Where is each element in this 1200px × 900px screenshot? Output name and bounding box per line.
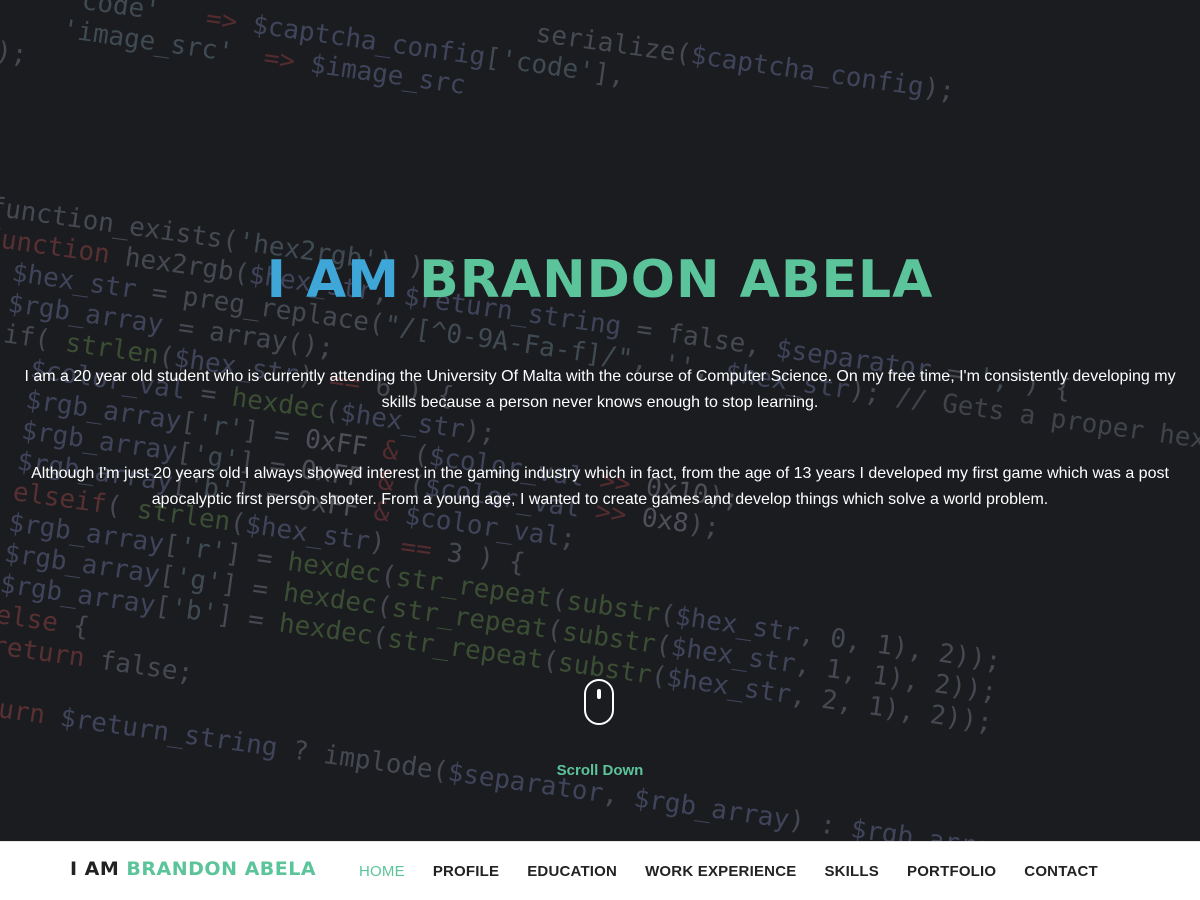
hero-title-name: BRANDON ABELA [419, 250, 934, 310]
hero-title: I AM BRANDON ABELA [0, 250, 1200, 310]
navbar-brand[interactable]: I AM BRANDON ABELA [70, 858, 316, 880]
nav-item-work-experience[interactable]: WORK EXPERIENCE [631, 863, 810, 880]
nav-item-profile[interactable]: PROFILE [419, 863, 513, 880]
brand-prefix: I AM [70, 858, 120, 880]
code-line: return false; [0, 630, 196, 689]
code-line: $rgb_array['b'] = hexdec(str_repeat(subs… [0, 569, 995, 739]
nav-item-home[interactable]: HOME [345, 863, 419, 880]
intro-paragraph: I am a 20 year old student who is curren… [24, 368, 1176, 411]
hero-title-prefix: I AM [266, 250, 401, 310]
nav-item-education[interactable]: EDUCATION [513, 863, 631, 880]
nav-item-portfolio[interactable]: PORTFOLIO [893, 863, 1010, 880]
code-line: 'image_src' => $image_src [60, 14, 468, 101]
scroll-down-link[interactable]: Scroll Down [0, 762, 1200, 779]
hero-section: array( serialize($captcha_config); 'code… [0, 0, 1200, 841]
mouse-icon[interactable] [584, 679, 614, 725]
code-line: } [0, 646, 1200, 841]
code-line: 'code' => $captcha_config['code'], [64, 0, 627, 92]
code-line: ); [0, 36, 30, 71]
background-paragraph: Although I'm just 20 years old I always … [31, 465, 1169, 508]
code-line: array( serialize($captcha_config); [0, 0, 957, 107]
mouse-wheel [597, 689, 601, 699]
nav-item-skills[interactable]: SKILLS [810, 863, 893, 880]
brand-name: BRANDON ABELA [126, 858, 317, 880]
navbar: I AM BRANDON ABELA HOME PROFILE EDUCATIO… [0, 841, 1200, 900]
nav-menu: HOME PROFILE EDUCATION WORK EXPERIENCE S… [345, 842, 1112, 900]
nav-item-contact[interactable]: CONTACT [1010, 863, 1112, 880]
